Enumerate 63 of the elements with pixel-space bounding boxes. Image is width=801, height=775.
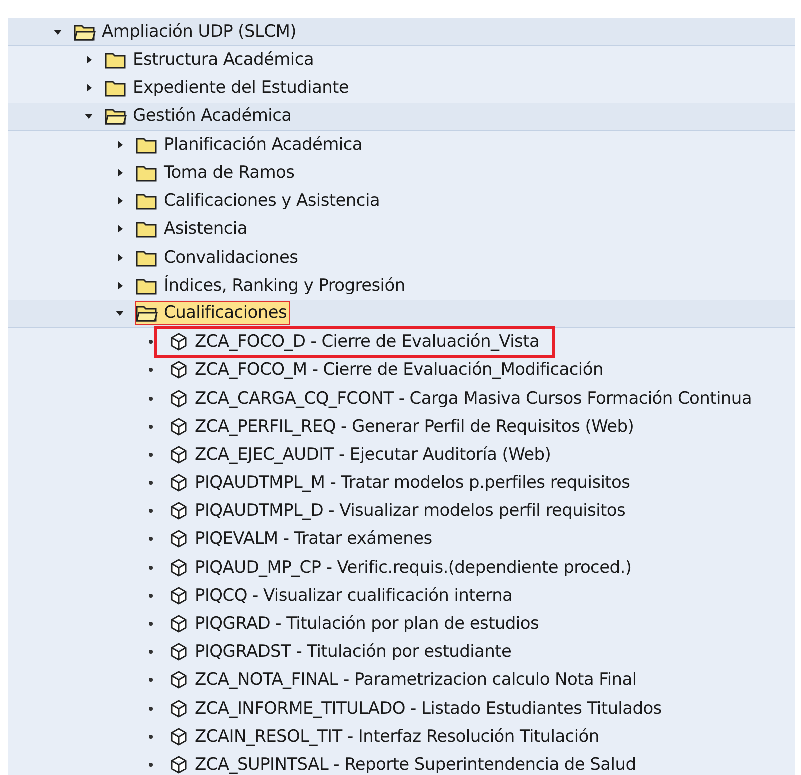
cube-icon — [169, 558, 189, 578]
cube-icon — [169, 473, 189, 494]
folder-icon — [105, 79, 127, 98]
cube-icon — [169, 360, 189, 380]
bullet-icon — [149, 509, 153, 514]
expand-arrow-icon[interactable] — [115, 196, 125, 206]
bullet-icon — [149, 396, 153, 401]
folder-icon — [136, 248, 158, 267]
bullet-icon — [149, 734, 153, 739]
folder-icon — [136, 276, 158, 295]
tree-node[interactable]: ZCA_FOCO_D - Cierre de Evaluación_Vista — [154, 326, 555, 358]
bullet-icon — [149, 424, 153, 429]
collapse-arrow-icon[interactable] — [84, 111, 94, 122]
open-folder-icon — [136, 304, 158, 322]
open-folder-icon — [74, 22, 96, 41]
expand-arrow-icon[interactable] — [84, 55, 94, 66]
tree-node[interactable]: Estructura Académica — [104, 48, 318, 72]
cube-icon — [169, 726, 189, 747]
collapse-arrow-icon[interactable] — [115, 308, 125, 318]
bullet-icon — [149, 594, 153, 598]
cube-icon — [169, 670, 189, 690]
tree-node[interactable]: Asistencia — [135, 217, 250, 242]
cube-icon — [169, 754, 189, 775]
bullet-icon — [149, 762, 153, 767]
tree-node[interactable]: Planificación Académica — [135, 132, 366, 157]
bullet-icon — [149, 678, 153, 682]
expand-arrow-icon[interactable] — [115, 224, 125, 234]
folder-icon — [136, 164, 158, 182]
folder-icon — [136, 220, 158, 238]
bullet-icon — [149, 706, 153, 711]
cube-icon — [169, 614, 189, 634]
tree-node[interactable]: Expediente del Estudiante — [104, 76, 352, 100]
expand-arrow-icon[interactable] — [115, 168, 125, 178]
cube-icon — [169, 529, 189, 550]
folder-icon — [105, 51, 127, 70]
bullet-icon — [149, 481, 153, 486]
bullet-icon — [149, 622, 153, 626]
expand-arrow-icon[interactable] — [115, 280, 125, 291]
tree-node[interactable]: Cualificaciones — [135, 301, 290, 326]
bullet-icon — [149, 368, 153, 372]
folder-icon — [136, 136, 158, 154]
bullet-icon — [149, 452, 153, 457]
tree-node[interactable]: Calificaciones y Asistencia — [135, 189, 383, 214]
tree-node[interactable]: Convalidaciones — [135, 246, 302, 270]
cube-icon — [169, 642, 189, 662]
cube-icon — [169, 444, 189, 465]
open-folder-icon — [105, 107, 127, 126]
expand-arrow-icon[interactable] — [84, 83, 94, 94]
tree-node[interactable]: Toma de Ramos — [135, 161, 298, 186]
bullet-icon — [149, 650, 153, 654]
cube-icon — [169, 388, 189, 409]
cube-icon — [169, 416, 189, 437]
cube-icon — [169, 586, 189, 606]
tree-node[interactable]: Índices, Ranking y Progresión — [135, 274, 408, 298]
folder-icon — [136, 192, 158, 210]
expand-arrow-icon[interactable] — [115, 252, 125, 263]
cube-icon — [169, 332, 189, 352]
expand-arrow-icon[interactable] — [115, 140, 125, 150]
cube-icon — [169, 501, 189, 522]
cube-icon — [169, 698, 189, 719]
bullet-icon — [149, 537, 153, 542]
bullet-icon — [149, 566, 153, 570]
bullet-icon — [149, 340, 153, 344]
